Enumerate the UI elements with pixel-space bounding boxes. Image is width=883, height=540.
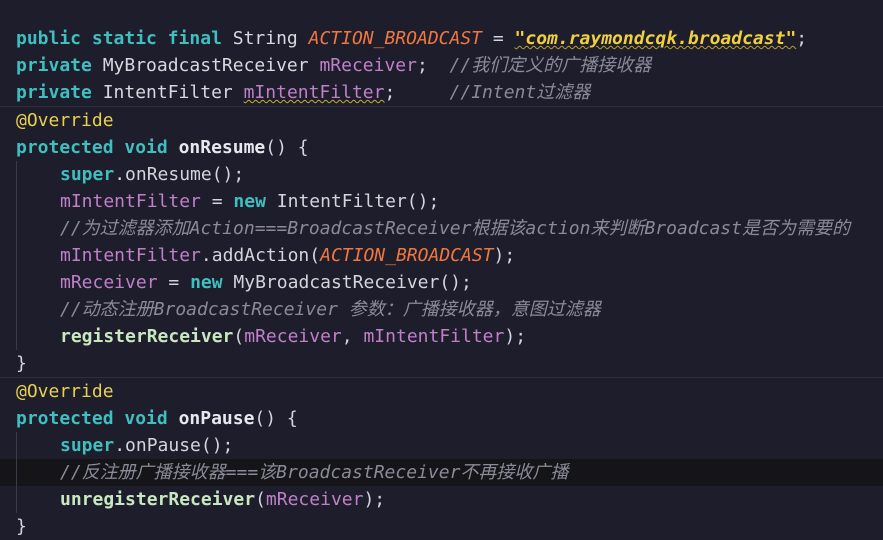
code-line[interactable]: //为过滤器添加Action===BroadcastReceiver根据该act… — [0, 215, 883, 242]
code-token: mIntentFilter — [363, 326, 505, 347]
code-line[interactable]: } — [0, 350, 883, 377]
code-token: ( — [255, 489, 266, 510]
indent-guide — [16, 242, 60, 269]
indent-guide — [16, 486, 60, 513]
code-token: ( — [233, 326, 245, 347]
code-token: protected void — [16, 408, 179, 429]
code-token: protected void — [16, 137, 179, 158]
code-token: MyBroadcastReceiver — [102, 55, 320, 76]
code-token: , — [341, 326, 364, 347]
code-line[interactable]: mIntentFilter.addAction(ACTION_BROADCAST… — [0, 242, 883, 269]
code-token: IntentFilter(); — [276, 191, 440, 212]
code-token: ; — [417, 55, 450, 76]
code-token: ACTION_BROADCAST — [320, 245, 494, 266]
indent-guide — [16, 432, 60, 459]
code-line[interactable]: super.onResume(); — [0, 161, 883, 188]
code-token: "com.raymondcqk.broadcast" — [514, 28, 797, 49]
code-token: registerReceiver — [60, 326, 234, 347]
code-token: String — [232, 28, 309, 49]
code-token: onResume — [178, 137, 266, 158]
code-line[interactable]: } — [0, 513, 883, 540]
code-token: ; — [384, 82, 450, 103]
code-token: //为过滤器添加Action===BroadcastReceiver根据该act… — [60, 218, 850, 239]
code-line[interactable]: private MyBroadcastReceiver mReceiver; /… — [0, 52, 883, 79]
code-token: unregisterReceiver — [60, 489, 256, 510]
code-token: public static final — [16, 28, 233, 49]
code-token: private — [16, 82, 103, 103]
indent-guide — [16, 269, 60, 296]
code-token: new — [190, 272, 234, 293]
code-token: mReceiver — [265, 489, 364, 510]
code-token: @Override — [16, 110, 114, 131]
code-token: //反注册广播接收器===该BroadcastReceiver不再接收广播 — [60, 462, 569, 483]
indent-guide — [16, 296, 60, 323]
code-token: mReceiver — [244, 326, 342, 347]
code-line[interactable]: mReceiver = new MyBroadcastReceiver(); — [0, 269, 883, 296]
code-token: //Intent过滤器 — [449, 82, 591, 103]
code-token: .onPause(); — [114, 435, 234, 456]
code-line[interactable]: //动态注册BroadcastReceiver 参数：广播接收器，意图过滤器 — [0, 296, 883, 323]
code-token: .addAction( — [200, 245, 321, 266]
code-line[interactable]: protected void onPause() { — [0, 405, 883, 432]
code-line[interactable]: mIntentFilter = new IntentFilter(); — [0, 188, 883, 215]
code-token: IntentFilter — [102, 82, 244, 103]
code-token: .onResume(); — [114, 164, 245, 185]
code-token: = — [200, 191, 234, 212]
code-line[interactable]: unregisterReceiver(mReceiver); — [0, 486, 883, 513]
code-line[interactable]: @Override — [0, 377, 883, 405]
indent-guide — [16, 459, 60, 486]
code-token: ); — [493, 245, 516, 266]
code-token: ; — [796, 28, 808, 49]
code-token: ); — [363, 489, 386, 510]
code-token: () { — [254, 408, 298, 429]
code-token: mIntentFilter — [60, 245, 201, 266]
code-token: mReceiver — [319, 55, 417, 76]
code-token: = — [157, 272, 191, 293]
code-token: //我们定义的广播接收器 — [449, 55, 652, 76]
indent-guide — [16, 188, 60, 215]
indent-guide — [16, 215, 60, 242]
code-line-current[interactable]: //反注册广播接收器===该BroadcastReceiver不再接收广播 — [0, 459, 883, 486]
code-line[interactable]: private IntentFilter mIntentFilter; //In… — [0, 79, 883, 106]
code-token: mReceiver — [60, 272, 158, 293]
code-token: ACTION_BROADCAST — [308, 28, 482, 49]
code-line[interactable]: protected void onResume() { — [0, 134, 883, 161]
code-token: mIntentFilter — [243, 82, 385, 103]
code-token: MyBroadcastReceiver(); — [233, 272, 472, 293]
code-token: private — [16, 55, 103, 76]
code-line[interactable]: super.onPause(); — [0, 432, 883, 459]
code-token: super — [60, 435, 115, 456]
code-token: //动态注册BroadcastReceiver 参数：广播接收器，意图过滤器 — [60, 299, 601, 320]
indent-guide — [16, 323, 60, 350]
code-line[interactable]: @Override — [0, 106, 883, 134]
code-token: } — [16, 516, 27, 537]
code-token: new — [233, 191, 277, 212]
code-token: super — [60, 164, 115, 185]
code-token: () { — [265, 137, 309, 158]
code-editor[interactable]: public static final String ACTION_BROADC… — [0, 25, 883, 540]
code-token: onPause — [178, 408, 255, 429]
code-token: } — [16, 353, 27, 374]
code-line[interactable]: registerReceiver(mReceiver, mIntentFilte… — [0, 323, 883, 350]
code-token: mIntentFilter — [60, 191, 201, 212]
code-token: @Override — [16, 381, 114, 402]
code-token: = — [482, 28, 515, 49]
indent-guide — [16, 161, 60, 188]
code-line[interactable]: public static final String ACTION_BROADC… — [0, 25, 883, 52]
code-token: ); — [504, 326, 527, 347]
